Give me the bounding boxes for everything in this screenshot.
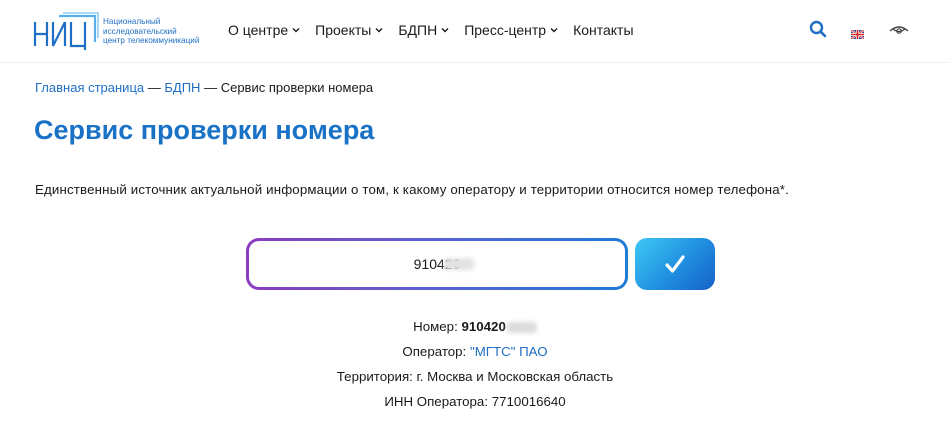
logo[interactable]: Национальный исследовательский центр тел… xyxy=(33,12,199,50)
eye-icon xyxy=(889,26,909,34)
check-number-button[interactable] xyxy=(635,238,715,290)
breadcrumb-current: Сервис проверки номера xyxy=(220,80,374,95)
nav-item-label: БДПН xyxy=(398,22,438,38)
uk-flag-icon xyxy=(850,29,865,40)
chevron-down-icon xyxy=(375,28,383,33)
logo-text-line: исследовательский xyxy=(103,26,177,36)
breadcrumb-home-link[interactable]: Главная страница xyxy=(35,80,144,95)
phone-input-wrapper xyxy=(246,238,628,290)
nav-item-label: Контакты xyxy=(573,22,634,38)
checkmark-icon xyxy=(665,255,685,273)
main-nav: О центре Проекты БДПН Пресс-центр Контак… xyxy=(228,21,649,39)
logo-mark-icon xyxy=(33,12,99,50)
result-operator: Оператор: "МГТС" ПАО xyxy=(0,344,950,359)
logo-text-line: центр телекоммуникаций xyxy=(103,36,200,46)
site-header: Национальный исследовательский центр тел… xyxy=(0,0,950,63)
result-number-value: 910420 xyxy=(461,319,506,334)
result-number: Номер: 910420 xyxy=(0,319,950,334)
breadcrumb-separator: — xyxy=(204,80,218,95)
result-operator-label: Оператор: xyxy=(402,344,467,359)
result-operator-link[interactable]: "МГТС" ПАО xyxy=(470,344,548,359)
logo-text: Национальный исследовательский центр тел… xyxy=(103,17,223,46)
language-switch-button[interactable] xyxy=(850,26,865,40)
search-icon xyxy=(809,20,827,38)
result-territory-value: г. Москва и Московская область xyxy=(416,369,614,384)
redacted-digits xyxy=(444,258,474,270)
breadcrumb-separator: — xyxy=(147,80,161,95)
chevron-down-icon xyxy=(292,28,300,33)
nav-item-press-center[interactable]: Пресс-центр xyxy=(464,21,558,39)
nav-item-projects[interactable]: Проекты xyxy=(315,21,383,39)
result-territory: Территория: г. Москва и Московская облас… xyxy=(0,369,950,384)
logo-text-line: Национальный xyxy=(103,17,161,26)
nav-item-label: О центре xyxy=(228,22,289,38)
nav-item-contacts[interactable]: Контакты xyxy=(573,21,633,39)
result-number-label: Номер: xyxy=(413,319,458,334)
result-inn-label: ИНН Оператора: xyxy=(384,394,489,409)
chevron-down-icon xyxy=(550,28,558,33)
result-territory-label: Территория: xyxy=(336,369,413,384)
phone-input[interactable] xyxy=(249,241,625,287)
result-inn-value: 7710016640 xyxy=(491,394,566,409)
nav-item-label: Проекты xyxy=(315,22,372,38)
breadcrumb-bdpn-link[interactable]: БДПН xyxy=(164,80,200,95)
nav-item-label: Пресс-центр xyxy=(464,22,547,38)
chevron-down-icon xyxy=(441,28,449,33)
nav-item-bdpn[interactable]: БДПН xyxy=(398,21,449,39)
accessibility-button[interactable] xyxy=(889,24,909,36)
page-title: Сервис проверки номера xyxy=(34,115,375,145)
breadcrumb: Главная страница — БДПН — Сервис проверк… xyxy=(35,80,373,95)
nav-item-about[interactable]: О центре xyxy=(228,21,300,39)
intro-text: Единственный источник актуальной информа… xyxy=(35,182,789,197)
result-inn: ИНН Оператора: 7710016640 xyxy=(0,394,950,409)
search-button[interactable] xyxy=(809,20,827,38)
redacted-digits xyxy=(506,321,537,333)
